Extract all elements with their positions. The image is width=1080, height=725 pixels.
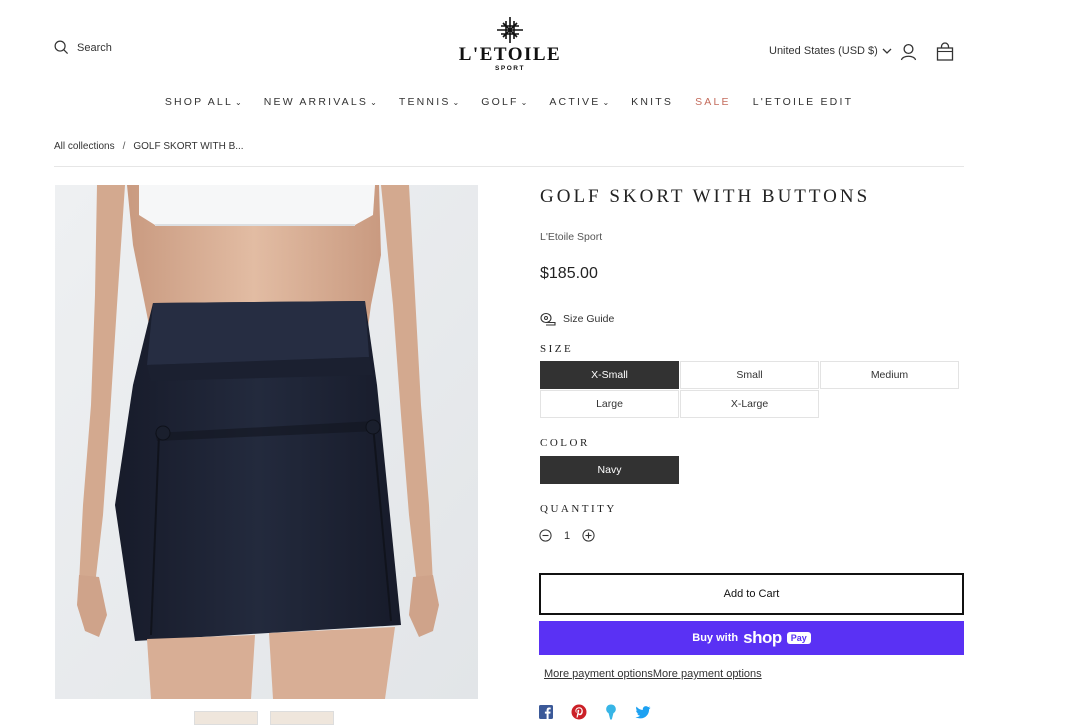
quantity-label: QUANTITY — [540, 503, 617, 515]
skort-photo-illustration — [55, 185, 478, 699]
chevron-down-icon — [882, 48, 892, 54]
buy-with-label: Buy with — [692, 632, 739, 644]
tape-measure-icon — [540, 312, 556, 326]
account-button[interactable] — [900, 43, 917, 66]
color-option-navy[interactable]: Navy — [540, 456, 679, 484]
size-option-small[interactable]: Small — [680, 361, 819, 389]
star-logo-icon — [497, 17, 523, 43]
currency-label: United States (USD $) — [769, 45, 878, 57]
quantity-value[interactable]: 1 — [564, 530, 570, 542]
product-image[interactable] — [55, 185, 478, 699]
size-option-medium[interactable]: Medium — [820, 361, 959, 389]
logo[interactable]: L'ETOILE SPORT — [440, 16, 580, 73]
nav-tennis[interactable]: TENNIS ⌄ — [399, 96, 459, 108]
breadcrumb: All collections / GOLF SKORT WITH B... — [54, 141, 244, 152]
nav-label: SALE — [695, 96, 731, 108]
shop-pay-button[interactable]: Buy with shop Pay — [539, 621, 964, 655]
size-option-x-small[interactable]: X-Small — [540, 361, 679, 389]
plus-circle-icon[interactable] — [582, 529, 595, 542]
thumbnail[interactable] — [194, 711, 258, 725]
main-nav: SHOP ALL ⌄ NEW ARRIVALS ⌄ TENNIS ⌄ GOLF ⌄ AC… — [0, 96, 1018, 108]
product-vendor[interactable]: L'Etoile Sport — [540, 231, 602, 243]
nav-label: TENNIS — [398, 96, 451, 108]
nav-golf[interactable]: GOLF ⌄ — [481, 96, 527, 108]
chevron-down-icon: ⌄ — [602, 97, 610, 107]
product-price: $185.00 — [540, 265, 598, 282]
nav-letoile-edit[interactable]: L'ETOILE EDIT — [753, 96, 853, 108]
size-guide-label: Size Guide — [563, 313, 615, 325]
search-button[interactable]: Search — [54, 40, 112, 55]
nav-label: ACTIVE — [549, 96, 601, 108]
quantity-stepper: 1 — [539, 529, 595, 542]
nav-label: NEW ARRIVALS — [263, 96, 369, 108]
shopping-bag-icon — [936, 42, 954, 61]
size-label: SIZE — [540, 343, 574, 355]
pin-icon[interactable] — [605, 704, 617, 720]
search-icon — [54, 40, 69, 55]
pay-badge: Pay — [786, 632, 811, 644]
nav-knits[interactable]: KNITS — [631, 96, 673, 108]
nav-shop-all[interactable]: SHOP ALL ⌄ — [165, 96, 242, 108]
size-guide-link[interactable]: Size Guide — [540, 312, 614, 326]
chevron-down-icon: ⌄ — [452, 97, 460, 107]
chevron-down-icon: ⌄ — [520, 97, 528, 107]
breadcrumb-separator: / — [122, 141, 126, 152]
color-options: Navy — [540, 456, 961, 485]
nav-active[interactable]: ACTIVE ⌄ — [549, 96, 609, 108]
divider — [54, 166, 964, 167]
nav-label: GOLF — [481, 96, 519, 108]
add-to-cart-button[interactable]: Add to Cart — [539, 573, 964, 615]
search-label: Search — [77, 41, 112, 54]
logo-subtitle: SPORT — [495, 65, 525, 72]
currency-selector[interactable]: United States (USD $) — [769, 45, 892, 57]
size-option-x-large[interactable]: X-Large — [680, 390, 819, 418]
breadcrumb-current: GOLF SKORT WITH B... — [133, 141, 244, 152]
minus-circle-icon[interactable] — [539, 529, 552, 542]
nav-label: KNITS — [631, 96, 674, 108]
size-option-large[interactable]: Large — [540, 390, 679, 418]
logo-name: L'ETOILE — [458, 44, 562, 65]
facebook-icon[interactable] — [539, 705, 553, 719]
more-payment-options-link[interactable]: More payment optionsMore payment options — [544, 668, 762, 680]
nav-label: SHOP ALL — [164, 96, 234, 108]
nav-sale[interactable]: SALE — [695, 96, 731, 108]
cart-button[interactable] — [936, 42, 954, 66]
twitter-icon[interactable] — [635, 705, 651, 719]
chevron-down-icon: ⌄ — [235, 97, 242, 107]
pinterest-icon[interactable] — [571, 704, 587, 720]
nav-new-arrivals[interactable]: NEW ARRIVALS ⌄ — [264, 96, 377, 108]
shop-logo-text: shop — [743, 628, 782, 647]
color-label: COLOR — [540, 437, 590, 449]
thumbnail-strip — [194, 711, 334, 725]
thumbnail[interactable] — [270, 711, 334, 725]
nav-label: L'ETOILE EDIT — [752, 96, 854, 108]
product-title: GOLF SKORT WITH BUTTONS — [540, 186, 871, 207]
chevron-down-icon: ⌄ — [370, 97, 377, 107]
breadcrumb-all-collections[interactable]: All collections — [54, 141, 115, 152]
size-options: X-Small Small Medium Large X-Large — [540, 361, 961, 419]
social-share — [539, 704, 651, 720]
account-icon — [900, 43, 917, 61]
